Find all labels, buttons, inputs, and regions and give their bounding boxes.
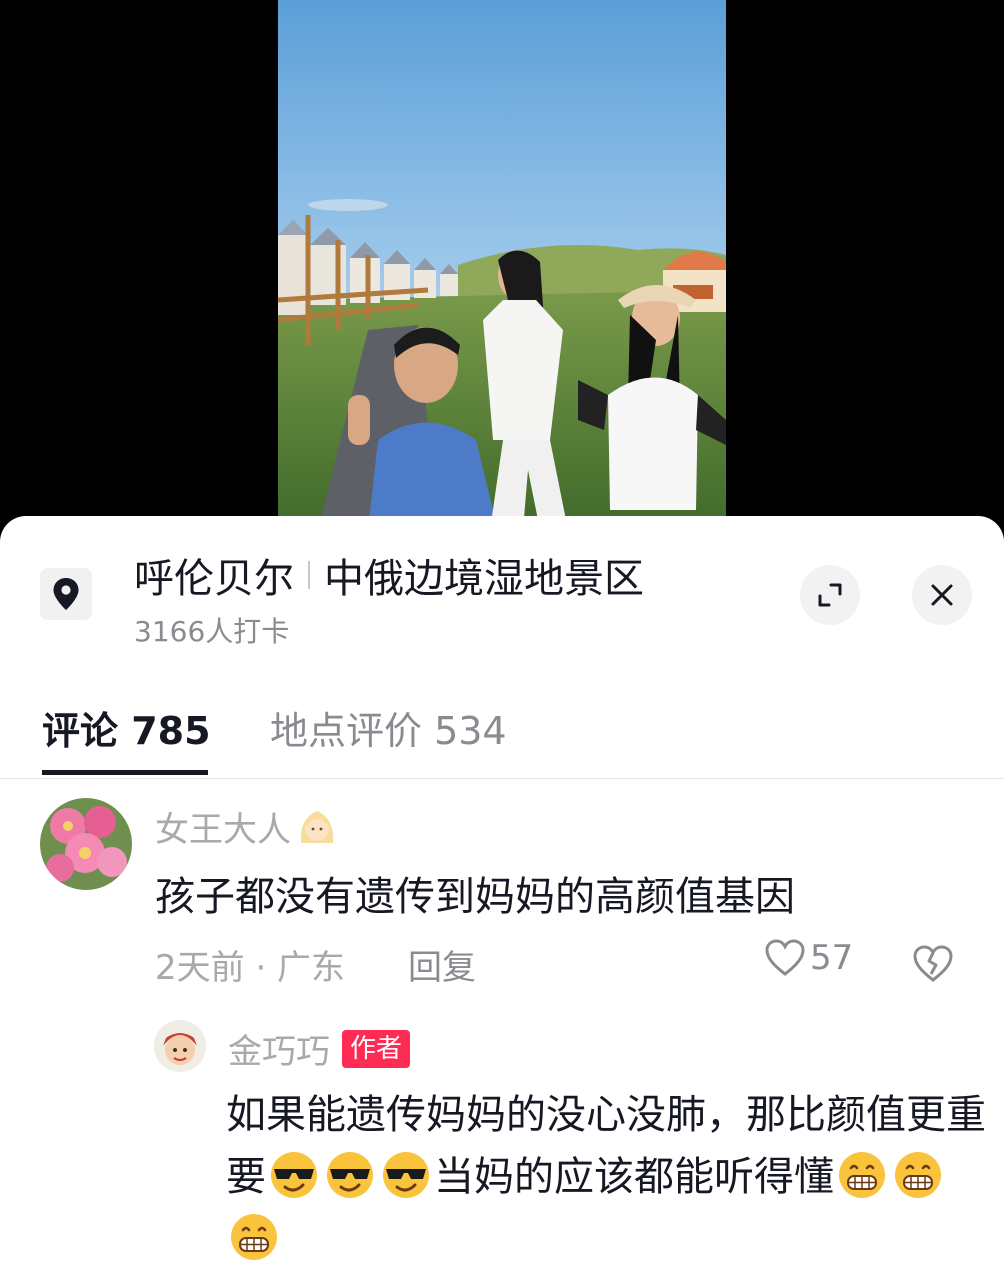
reply-username[interactable]: 金巧巧 作者: [228, 1024, 411, 1073]
sunglasses-face-emoji: [271, 1152, 317, 1198]
close-button[interactable]: [912, 565, 972, 625]
location-place: 中俄边境湿地景区: [324, 556, 644, 602]
video-frame[interactable]: [278, 0, 726, 530]
avatar[interactable]: [40, 798, 132, 890]
tab-comments[interactable]: 评论 785: [42, 700, 211, 755]
tab-bar: 评论 785 地点评价 534: [0, 686, 1004, 779]
active-tab-indicator: [42, 770, 208, 775]
video-thumbnail: [278, 0, 726, 530]
cartoon-avatar-image: [154, 1020, 206, 1072]
sunglasses-face-emoji: [327, 1152, 373, 1198]
like-count: 57: [810, 938, 854, 978]
location-pin-icon: [53, 578, 79, 610]
expand-icon: [818, 583, 842, 607]
expand-button[interactable]: [800, 565, 860, 625]
sunglasses-face-emoji: [383, 1152, 429, 1198]
reply-text: 如果能遗传妈妈的没心没肺，那比颜值更重要 当妈的应该都能听得懂: [226, 1084, 986, 1268]
heart-outline-icon: [765, 939, 805, 976]
comments-sheet: 呼伦贝尔 中俄边境湿地景区 3166人打卡 评论 785 地点评价 534 女王…: [0, 516, 1004, 1268]
author-badge: 作者: [342, 1029, 411, 1068]
grinning-face-emoji: [895, 1152, 941, 1198]
comment-meta: 2天前 · 广东: [155, 948, 346, 988]
dislike-button[interactable]: [912, 944, 954, 988]
woman-blonde-emoji: [300, 810, 334, 843]
grinning-face-emoji: [839, 1152, 885, 1198]
video-player[interactable]: [0, 0, 1004, 530]
avatar[interactable]: [154, 1020, 206, 1072]
title-separator: [308, 561, 310, 589]
flower-avatar-image: [40, 798, 132, 890]
location-icon-box: [40, 568, 92, 620]
location-city: 呼伦贝尔: [134, 556, 294, 602]
comment-username[interactable]: 女王大人: [155, 802, 339, 851]
comment-text: 孩子都没有遗传到妈妈的高颜值基因: [155, 874, 795, 920]
like-button[interactable]: 57: [764, 938, 853, 978]
broken-heart-icon: [913, 945, 953, 982]
tab-location-reviews[interactable]: 地点评价 534: [270, 700, 507, 755]
grinning-face-emoji: [231, 1214, 277, 1260]
reply-button[interactable]: 回复: [408, 940, 476, 989]
location-title[interactable]: 呼伦贝尔 中俄边境湿地景区: [134, 546, 644, 604]
close-icon: [931, 584, 953, 606]
checkin-count: 3166人打卡: [134, 615, 290, 648]
location-header[interactable]: 呼伦贝尔 中俄边境湿地景区 3166人打卡: [0, 516, 1004, 656]
